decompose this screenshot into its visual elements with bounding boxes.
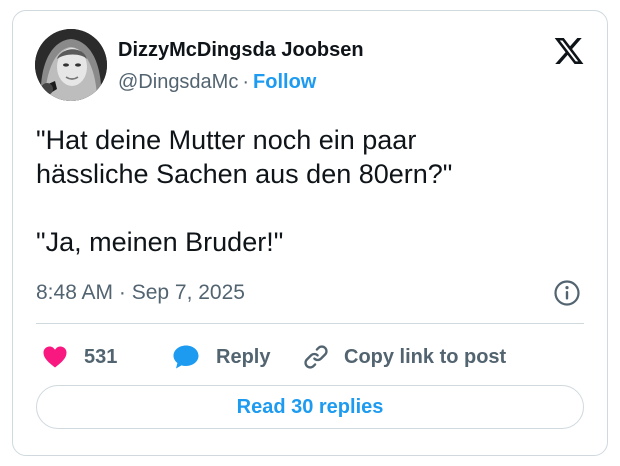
copy-link-label: Copy link to post	[344, 345, 507, 368]
like-count: 531	[84, 345, 118, 368]
info-icon[interactable]	[553, 279, 581, 307]
divider	[36, 323, 584, 324]
reply-button[interactable]: Reply	[172, 337, 270, 377]
post-text-line-1: "Hat deine Mutter noch ein paar	[36, 125, 417, 155]
author-name[interactable]: DizzyMcDingsda Joobsen	[118, 39, 364, 62]
separator-dot: ·	[242, 71, 250, 93]
post-actions: 531 Reply Copy link to post	[36, 337, 596, 377]
post-timestamp[interactable]: 8:48 AM · Sep 7, 2025	[36, 281, 245, 305]
speech-bubble-icon	[173, 345, 199, 369]
avatar-image	[35, 29, 107, 101]
link-icon	[304, 345, 328, 369]
author-handle-row: @DingsdaMc · Follow	[118, 71, 316, 94]
post-text-line-3: "Ja, meinen Bruder!"	[36, 227, 284, 257]
reply-label: Reply	[216, 345, 271, 368]
like-button[interactable]: 531	[42, 337, 117, 377]
read-replies-button[interactable]: Read 30 replies	[36, 385, 584, 429]
copy-link-button[interactable]: Copy link to post	[302, 337, 506, 377]
post-text-line-2: hässliche Sachen aus den 80ern?"	[36, 159, 453, 189]
heart-icon	[43, 346, 67, 368]
follow-link[interactable]: Follow	[253, 71, 316, 93]
avatar[interactable]	[35, 29, 107, 101]
x-logo-icon[interactable]	[553, 35, 585, 67]
embedded-post-card: DizzyMcDingsda Joobsen @DingsdaMc · Follow…	[12, 10, 608, 456]
author-handle[interactable]: @DingsdaMc	[118, 71, 238, 93]
post-text: "Hat deine Mutter noch ein paar hässlich…	[36, 123, 586, 259]
